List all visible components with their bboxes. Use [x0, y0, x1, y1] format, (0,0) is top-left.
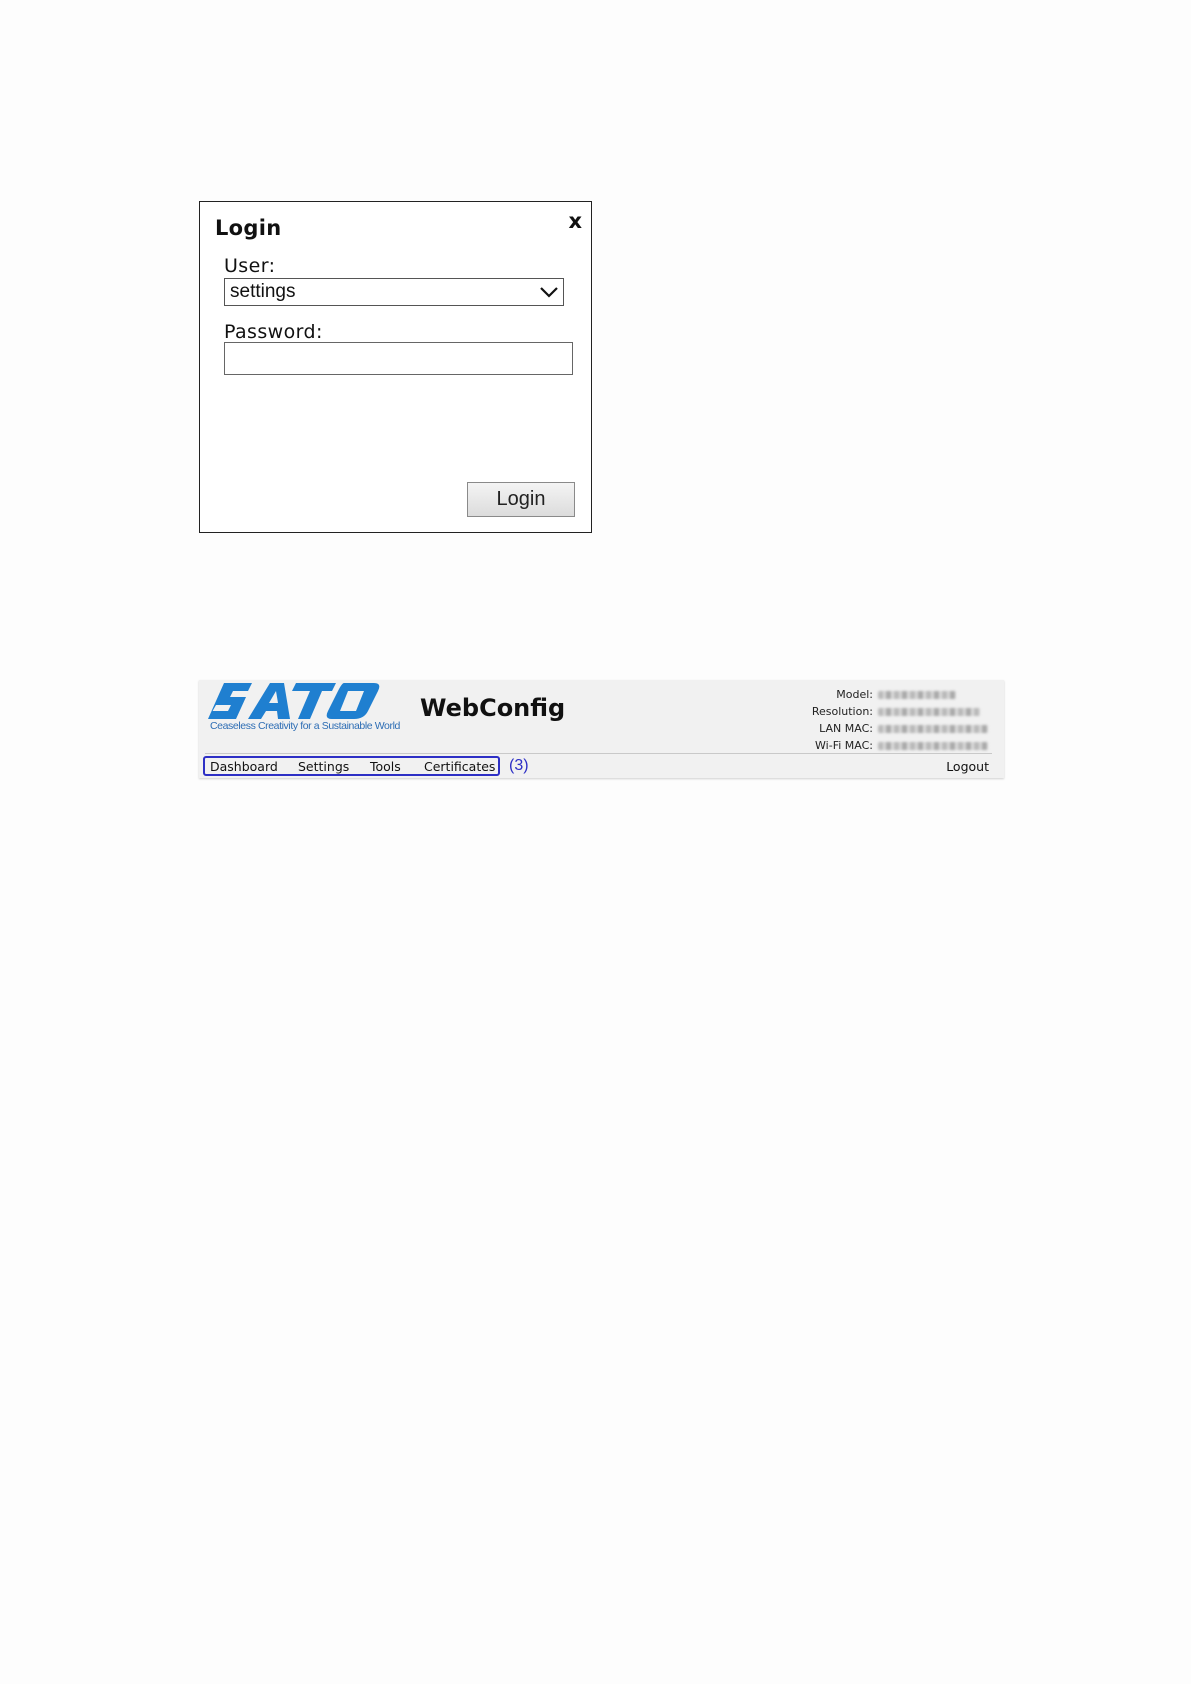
close-icon[interactable]: x	[568, 211, 582, 232]
password-label: Password:	[224, 321, 323, 343]
callout-label: (3)	[509, 757, 529, 774]
device-info-key: LAN MAC:	[819, 722, 873, 735]
blurred-value	[878, 742, 988, 750]
blurred-value	[878, 708, 980, 716]
webconfig-header: Ceaseless Creativity for a Sustainable W…	[199, 680, 1004, 778]
header-divider	[205, 753, 992, 754]
user-select[interactable]: settings	[224, 278, 564, 306]
login-dialog: Login x User: settings Password: Login	[199, 201, 592, 533]
device-info-key: Wi-Fi MAC:	[815, 739, 873, 752]
nav-item-settings[interactable]: Settings	[298, 759, 349, 774]
app-title: WebConfig	[420, 694, 566, 722]
device-info-key: Model:	[836, 688, 873, 701]
device-info-row: Wi-Fi MAC:	[788, 737, 988, 754]
nav-item-tools[interactable]: Tools	[370, 759, 401, 774]
user-select-value: settings	[230, 281, 296, 302]
nav-item-certificates[interactable]: Certificates	[424, 759, 495, 774]
device-info-row: Resolution:	[788, 703, 988, 720]
chevron-down-icon	[540, 287, 558, 298]
sato-logo	[208, 683, 380, 719]
blurred-value	[878, 691, 956, 699]
login-button[interactable]: Login	[467, 482, 575, 517]
password-field[interactable]	[224, 342, 573, 375]
brand-tagline: Ceaseless Creativity for a Sustainable W…	[210, 720, 400, 732]
device-info-row: LAN MAC:	[788, 720, 988, 737]
logout-link[interactable]: Logout	[946, 759, 989, 774]
device-info-row: Model:	[788, 686, 988, 703]
dialog-title: Login	[215, 216, 282, 240]
device-info: Model: Resolution: LAN MAC: Wi-Fi MAC:	[788, 686, 988, 754]
device-info-key: Resolution:	[811, 705, 873, 718]
blurred-value	[878, 725, 988, 733]
nav-item-dashboard[interactable]: Dashboard	[210, 759, 278, 774]
user-label: User:	[224, 255, 276, 277]
